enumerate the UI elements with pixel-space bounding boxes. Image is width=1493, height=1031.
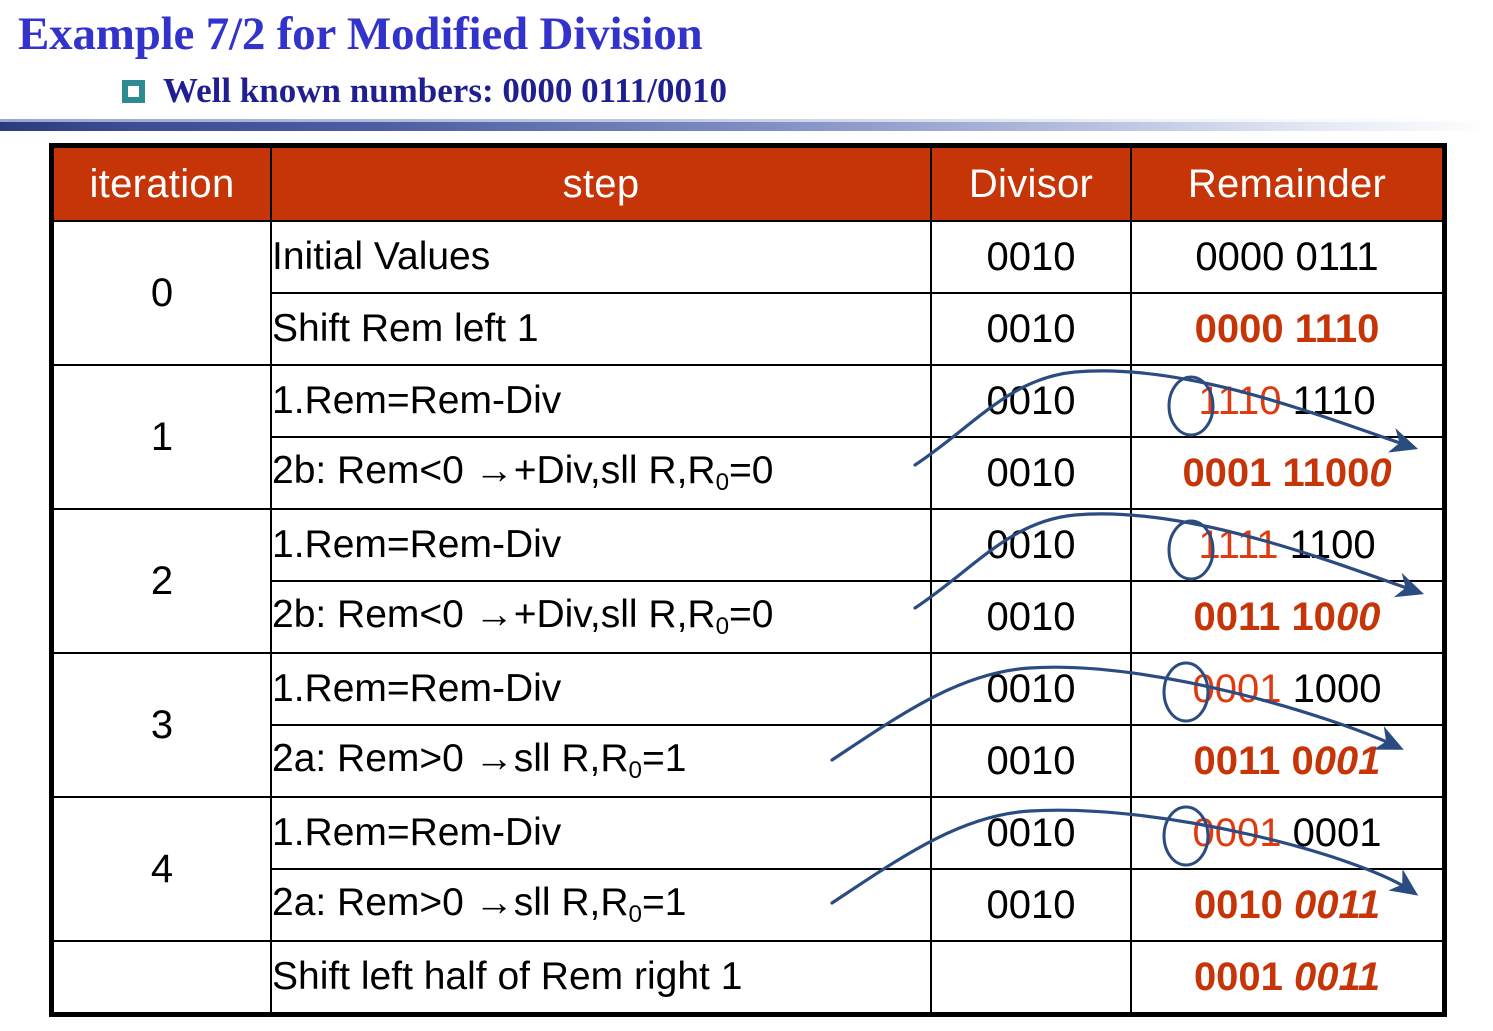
col-header-divisor: Divisor <box>930 146 1132 222</box>
iteration-cell: 1 <box>52 364 272 510</box>
remainder-value: 0010 0011 <box>1194 883 1380 928</box>
remainder-value: 1110 1110 <box>1198 379 1375 424</box>
iteration-cell: 4 <box>52 796 272 942</box>
divisor-cell: 0010 <box>930 724 1132 798</box>
step-cell: 1.Rem=Rem-Div <box>270 508 932 582</box>
remainder-cell: 0000 0111 <box>1130 220 1444 294</box>
col-header-iteration: iteration <box>52 146 272 222</box>
step-cell: 1.Rem=Rem-Div <box>270 652 932 726</box>
divisor-cell: 0010 <box>930 220 1132 294</box>
step-cell: 1.Rem=Rem-Div <box>270 796 932 870</box>
remainder-cell: 1110 1110 <box>1130 364 1444 438</box>
hollow-square-bullet-icon <box>122 79 145 103</box>
remainder-value: 0001 0001 <box>1192 811 1381 856</box>
step-cell: Shift Rem left 1 <box>270 292 932 366</box>
remainder-segment: 0000 1110 <box>1194 306 1380 351</box>
table-body: 0 Initial Values 0010 0000 0111 Shift Rem le… <box>52 220 1444 1014</box>
remainder-segment: 0001 1100 <box>1182 450 1370 495</box>
step-cell: Initial Values <box>270 220 932 294</box>
col-header-remainder: Remainder <box>1130 146 1444 222</box>
table-header-row: iteration step Divisor Remainder <box>52 146 1444 222</box>
col-header-step: step <box>270 146 932 222</box>
iteration-cell: 2 <box>52 508 272 654</box>
remainder-cell: 1111 1100 <box>1130 508 1444 582</box>
step-cell: 1.Rem=Rem-Div <box>270 364 932 438</box>
slide-canvas: Example 7/2 for Modified Division Well k… <box>0 0 1493 1031</box>
step-cell: 2b: Rem<0 →+Div,sll R,R0=0 <box>270 580 932 654</box>
remainder-value: 1111 1100 <box>1198 523 1375 568</box>
remainder-segment: 0001 <box>1192 810 1282 855</box>
table-row: Shift left half of Rem right 1 0001 0011 <box>52 940 1444 1014</box>
divisor-cell <box>930 940 1132 1014</box>
title-divider-rule <box>0 122 1493 131</box>
step-cell: 2a: Rem>0 →sll R,R0=1 <box>270 724 932 798</box>
page-title: Example 7/2 for Modified Division <box>18 8 703 60</box>
remainder-segment <box>1278 523 1289 567</box>
remainder-value: 0011 1000 <box>1194 595 1381 640</box>
iteration-cell: 3 <box>52 652 272 798</box>
table-head: iteration step Divisor Remainder <box>52 146 1444 222</box>
remainder-value: 0001 1000 <box>1192 667 1381 712</box>
remainder-segment: 0001 <box>1292 810 1382 855</box>
remainder-cell: 0011 0001 <box>1130 724 1444 798</box>
iteration-cell: 0 <box>52 220 272 366</box>
remainder-segment: 0011 0 <box>1193 738 1314 783</box>
remainder-value: 0011 0001 <box>1194 739 1381 784</box>
remainder-segment: 0011 10 <box>1193 594 1336 639</box>
remainder-value: 0000 0111 <box>1195 235 1378 280</box>
table-row: 1 1.Rem=Rem-Div 0010 1110 1110 <box>52 364 1444 510</box>
remainder-segment: 0011 <box>1294 954 1381 999</box>
remainder-value: 0001 11000 <box>1182 451 1391 496</box>
remainder-segment: 1111 <box>1198 522 1279 567</box>
iteration-cell <box>52 940 272 1014</box>
divisor-cell: 0010 <box>930 652 1132 726</box>
remainder-cell: 0000 1110 <box>1130 292 1444 366</box>
remainder-segment: 1110 <box>1198 378 1282 423</box>
table-row: 2 1.Rem=Rem-Div 0010 1111 1100 <box>52 508 1444 654</box>
remainder-segment <box>1281 667 1292 711</box>
divisor-cell: 0010 <box>930 508 1132 582</box>
remainder-segment: 0001 <box>1192 666 1282 711</box>
remainder-segment: 1100 <box>1289 522 1376 567</box>
remainder-segment <box>1281 811 1292 855</box>
divisor-cell: 0010 <box>930 364 1132 438</box>
division-trace-table-wrap: iteration step Divisor Remainder 0 Initia… <box>49 143 1447 1017</box>
step-cell: 2b: Rem<0 →+Div,sll R,R0=0 <box>270 436 932 510</box>
step-cell: 2a: Rem>0 →sll R,R0=1 <box>270 868 932 942</box>
remainder-segment <box>1281 379 1292 423</box>
remainder-cell: 0001 1000 <box>1130 652 1444 726</box>
remainder-cell: 0001 0001 <box>1130 796 1444 870</box>
remainder-segment: 1000 <box>1292 666 1382 711</box>
divisor-cell: 0010 <box>930 292 1132 366</box>
remainder-segment: 0011 <box>1294 882 1381 927</box>
remainder-cell: 0001 0011 <box>1130 940 1444 1014</box>
remainder-segment: 0000 0111 <box>1195 234 1379 279</box>
table-row: 3 1.Rem=Rem-Div 0010 0001 1000 <box>52 652 1444 798</box>
table-row: 0 Initial Values 0010 0000 0111 <box>52 220 1444 366</box>
subtitle-text: Well known numbers: 0000 0111/0010 <box>163 71 727 110</box>
step-cell: Shift left half of Rem right 1 <box>270 940 932 1014</box>
remainder-cell: 0010 0011 <box>1130 868 1444 942</box>
remainder-segment: 0010 <box>1193 882 1295 927</box>
division-trace-table: iteration step Divisor Remainder 0 Initia… <box>49 143 1447 1017</box>
divisor-cell: 0010 <box>930 436 1132 510</box>
divisor-cell: 0010 <box>930 868 1132 942</box>
remainder-cell: 0001 11000 <box>1130 436 1444 510</box>
divisor-cell: 0010 <box>930 580 1132 654</box>
remainder-segment: 0001 <box>1193 954 1295 999</box>
remainder-value: 0000 1110 <box>1195 307 1380 352</box>
remainder-cell: 0011 1000 <box>1130 580 1444 654</box>
remainder-segment: 0 <box>1369 450 1392 495</box>
remainder-segment: 001 <box>1313 738 1381 783</box>
subtitle-row: Well known numbers: 0000 0111/0010 <box>122 72 727 110</box>
remainder-value: 0001 0011 <box>1194 955 1380 1000</box>
remainder-segment: 00 <box>1335 594 1381 639</box>
table-row: 4 1.Rem=Rem-Div 0010 0001 0001 <box>52 796 1444 942</box>
divisor-cell: 0010 <box>930 796 1132 870</box>
title-block: Example 7/2 for Modified Division Well k… <box>0 0 1493 131</box>
remainder-segment: 1110 <box>1292 378 1376 423</box>
